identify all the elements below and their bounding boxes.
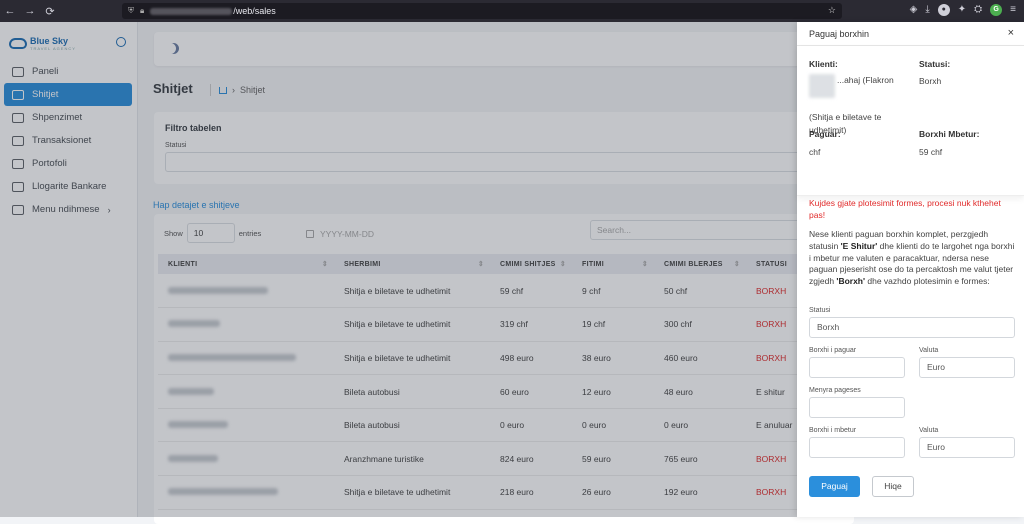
currency-label-2: Valuta [919,427,939,434]
pay-button[interactable]: Paguaj [809,476,860,497]
pay-debt-panel: Paguaj borxhin × Klienti: ...ahaj (Flakr… [797,22,1024,517]
remaining-value: 59 chf [919,147,943,157]
reload-icon[interactable]: ⟳ [40,5,60,18]
forward-icon[interactable]: → [20,5,40,17]
currency-select-1[interactable]: Euro [919,357,1015,378]
url-path: /web/sales [233,6,276,16]
currency-select-2[interactable]: Euro [919,437,1015,458]
download-icon[interactable]: ⤓ [925,4,929,16]
address-bar[interactable]: ⛨ 🔒︎ /web/sales ☆ [122,3,842,19]
status-field-label: Statusi [809,307,831,314]
status-value: Borxh [919,76,942,86]
extensions-icon[interactable]: ✦ [958,4,966,16]
menu-icon[interactable]: ≡ [1010,4,1016,16]
modal-backdrop[interactable] [0,22,797,517]
pocket-icon[interactable]: ◈ [910,4,918,16]
profile-icon[interactable]: G [990,4,1003,16]
paid-amount-label: Borxhi i paguar [809,347,857,354]
paid-value: chf [809,147,821,157]
close-icon[interactable]: × [1008,27,1014,39]
instructions-text: Nese klienti paguan borxhin komplet, per… [809,229,1015,287]
shield-icon: ⛨ [128,6,134,15]
back-icon[interactable]: ← [0,5,20,17]
client-value: ...ahaj (Flakron (Shitja e biletave te ud… [809,74,894,135]
panel-title: Paguaj borxhin [809,28,870,39]
status-select[interactable]: Borxh [809,317,1015,338]
bookmark-star-icon[interactable]: ☆ [828,5,836,16]
lock-icon: 🔒︎ [140,6,145,15]
remaining-label: Borxhi Mbetur: [919,129,980,139]
debt-info: Klienti: ...ahaj (Flakron (Shitja e bilet… [797,46,1024,196]
extensions-bar: ◈ ⤓ ● ✦ ⛭ G ≡ [910,4,1016,16]
client-name-redacted [809,74,835,98]
status-label: Statusi: [919,59,951,69]
paid-amount-input[interactable] [809,357,905,378]
currency-label-1: Valuta [919,347,939,354]
browser-toolbar: ← → ⟳ ⛨ 🔒︎ /web/sales ☆ ◈ ⤓ ● ✦ ⛭ G ≡ [0,0,1024,22]
extension-icon[interactable]: ● [937,4,950,16]
cancel-button[interactable]: Hiqe [872,476,914,497]
paid-label: Paguar: [809,129,841,139]
payment-method-input[interactable] [809,397,905,418]
url-host-redacted [150,7,233,15]
warning-text: Kujdes gjate plotesimit formes, procesi … [809,198,1001,220]
client-label: Klienti: [809,59,838,69]
payment-method-label: Menyra pageses [809,387,861,394]
remaining-amount-input[interactable] [809,437,905,458]
sync-icon[interactable]: ⛭ [974,4,982,16]
panel-header: Paguaj borxhin × [797,22,1024,46]
remaining-amount-label: Borxhi i mbetur [809,427,857,434]
